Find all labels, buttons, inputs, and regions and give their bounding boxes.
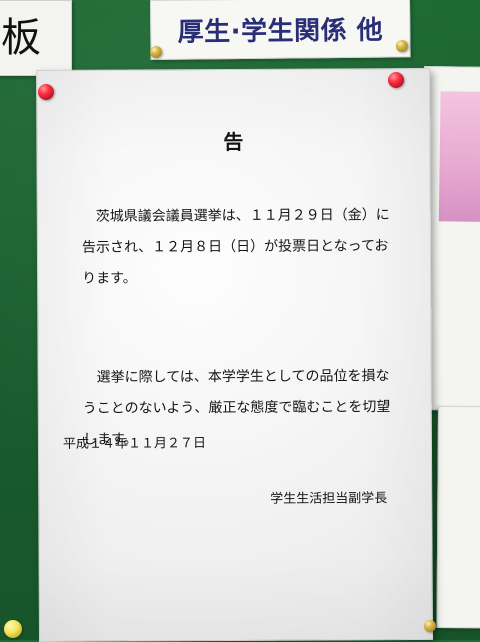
notice-date: 平成１４年１１月２７日 bbox=[62, 436, 207, 452]
pink-print-area bbox=[438, 91, 480, 223]
right-paper-fragment-2 bbox=[436, 406, 480, 629]
gold-pin-icon bbox=[150, 46, 162, 58]
gold-pin-icon bbox=[396, 40, 408, 52]
notice-paragraph-1: 茨城県議会議員選挙は、１１月２９日（金）に告示され、１２月８日（日）が投票日とな… bbox=[81, 207, 390, 287]
gold-pin-icon bbox=[424, 620, 436, 632]
red-pin-icon bbox=[388, 72, 404, 88]
notice-signature: 学生生活担当副学長 bbox=[270, 491, 388, 507]
top-left-sign: 板 bbox=[0, 0, 72, 76]
top-center-sign-text: 厚生·学生関係 他 bbox=[177, 15, 384, 48]
notice-title: 告 bbox=[223, 129, 244, 155]
yellow-pin-icon bbox=[4, 620, 22, 638]
top-center-sign: 厚生·学生関係 他 bbox=[150, 0, 411, 60]
notice-paper: 告 茨城県議会議員選挙は、１１月２９日（金）に告示され、１２月８日（日）が投票日… bbox=[36, 67, 433, 642]
red-pin-icon bbox=[38, 84, 54, 100]
top-left-sign-text: 板 bbox=[1, 15, 41, 61]
